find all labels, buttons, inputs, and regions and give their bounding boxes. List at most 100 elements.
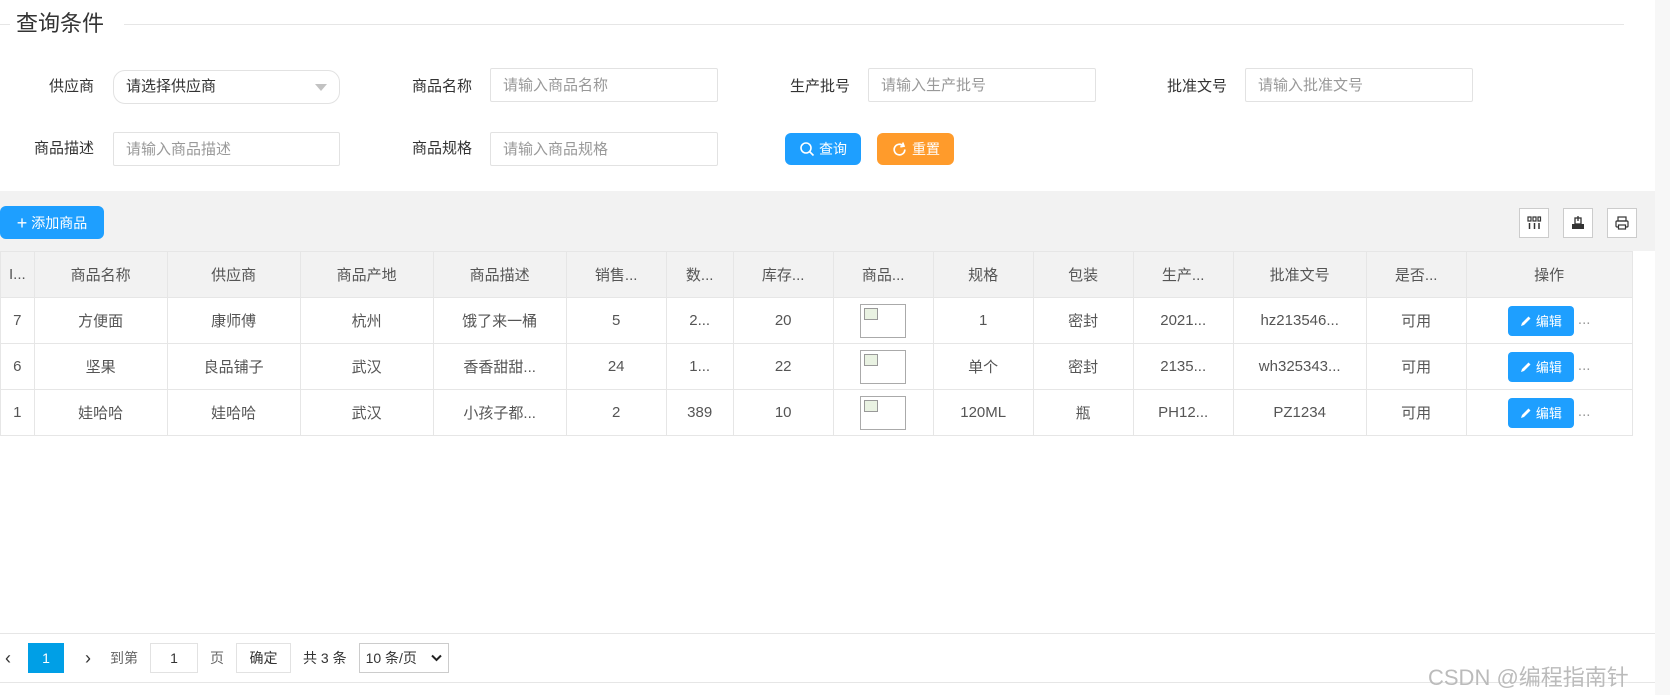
print-button[interactable] [1607,208,1637,238]
column-header[interactable]: 是否... [1365,251,1467,298]
plus-icon: + [16,212,28,233]
column-header[interactable]: 库存... [732,251,834,298]
page-size-select[interactable]: 10 条/页 [358,643,449,673]
column-header[interactable]: 包装 [1032,251,1134,298]
cell-spec: 单个 [932,343,1034,390]
cell-qty: 2... [665,297,734,344]
goto-page-input[interactable] [150,643,198,673]
broken-image-icon [860,395,907,430]
column-header[interactable]: 生产... [1132,251,1234,298]
cell-stock: 22 [732,343,834,390]
supplier-label: 供应商 [48,78,94,95]
add-product-label: 添加商品 [31,214,88,231]
cell-desc: 饿了来一桶 [432,297,567,344]
cell-spec: 120ML [932,389,1034,436]
page-size-value: 10 条/页 [365,650,417,666]
reset-button-label: 重置 [912,141,940,157]
batch-label: 生产批号 [789,78,850,95]
cell-image [832,389,934,436]
watermark: CSDN @编程指南针 [1428,665,1629,690]
edit-button[interactable]: 编辑 [1507,397,1574,428]
column-header[interactable]: 商品名称 [33,251,168,298]
column-header[interactable]: 数... [665,251,734,298]
add-product-button[interactable]: + 添加商品 [0,206,104,239]
column-header[interactable]: 批准文号 [1232,251,1367,298]
cell-stock: 10 [732,389,834,436]
reset-button[interactable]: 重置 [877,133,954,165]
table-row[interactable]: 7 方便面 康师傅 杭州 饿了来一桶 5 2... 20 1 密封 2021..… [0,297,1633,344]
cell-actions: 编辑 ... [1465,343,1633,390]
cell-name: 娃哈哈 [33,389,168,436]
export-button[interactable] [1563,208,1593,238]
cell-pack: 密封 [1032,343,1134,390]
cell-desc: 小孩子都... [432,389,567,436]
cell-id: 6 [0,343,35,390]
goto-confirm-button[interactable]: 确定 [236,643,291,673]
total-count: 共 3 条 [303,650,347,666]
legend-line-right [124,24,1624,25]
table-row[interactable]: 6 坚果 良品铺子 武汉 香香甜甜... 24 1... 22 单个 密封 21… [0,343,1633,390]
chevron-right-icon[interactable]: › [80,648,96,669]
column-header[interactable]: I... [0,251,35,298]
column-header: 操作 [1465,251,1633,298]
table-toolbar [0,191,1655,251]
more-actions[interactable]: ... [1578,311,1591,328]
cell-id: 7 [0,297,35,344]
cell-actions: 编辑 ... [1465,389,1633,436]
chevron-left-icon[interactable]: ‹ [0,648,16,669]
cell-qty: 1... [665,343,734,390]
more-actions[interactable]: ... [1578,357,1591,374]
desc-input[interactable] [113,132,340,166]
cell-status: 可用 [1365,389,1467,436]
column-header[interactable]: 供应商 [166,251,301,298]
batch-input[interactable] [868,68,1096,102]
legend-line-left [0,24,10,25]
column-header[interactable]: 规格 [932,251,1034,298]
edit-button[interactable]: 编辑 [1507,351,1574,382]
approval-label: 批准文号 [1166,78,1227,95]
page: 查询条件 供应商 请选择供应商 商品名称 生产批号 批准文号 商品描述 商品规格… [0,0,1655,695]
pencil-icon [1520,362,1531,372]
cell-sales: 5 [565,297,667,344]
column-header[interactable]: 商品... [832,251,934,298]
column-header[interactable]: 商品描述 [432,251,567,298]
refresh-icon [893,141,906,156]
approval-input[interactable] [1245,68,1473,102]
cell-image [832,297,934,344]
cell-status: 可用 [1365,297,1467,344]
search-button[interactable]: 查询 [785,133,861,165]
goto-label: 到第 [110,650,138,666]
cell-status: 可用 [1365,343,1467,390]
page-unit-label: 页 [210,650,224,666]
desc-label: 商品描述 [33,140,94,157]
table-row[interactable]: 1 娃哈哈 娃哈哈 武汉 小孩子都... 2 389 10 120ML 瓶 PH… [0,389,1633,436]
cell-sales: 24 [565,343,667,390]
cell-supplier: 良品铺子 [166,343,301,390]
search-button-label: 查询 [819,141,847,157]
chevron-down-icon [430,654,442,662]
pencil-icon [1520,316,1531,326]
edit-button[interactable]: 编辑 [1507,305,1574,336]
table-header-row: I... 商品名称 供应商 商品产地 商品描述 销售... 数... 库存...… [0,251,1633,298]
cell-spec: 1 [932,297,1034,344]
cell-actions: 编辑 ... [1465,297,1633,344]
column-header[interactable]: 商品产地 [299,251,434,298]
cell-pack: 瓶 [1032,389,1134,436]
print-icon [1615,216,1629,230]
spec-label: 商品规格 [411,140,472,157]
cell-desc: 香香甜甜... [432,343,567,390]
more-actions[interactable]: ... [1578,403,1591,420]
name-input[interactable] [490,68,718,102]
page-current[interactable]: 1 [28,643,64,673]
cell-name: 方便面 [33,297,168,344]
cell-qty: 389 [665,389,734,436]
column-header[interactable]: 销售... [565,251,667,298]
column-filter-button[interactable] [1519,208,1549,238]
edit-button-label: 编辑 [1535,360,1562,375]
spec-input[interactable] [490,132,718,166]
cell-batch: 2021... [1132,297,1234,344]
cell-origin: 武汉 [299,389,434,436]
supplier-select[interactable]: 请选择供应商 [113,70,340,104]
cell-origin: 杭州 [299,297,434,344]
pencil-icon [1520,408,1531,418]
